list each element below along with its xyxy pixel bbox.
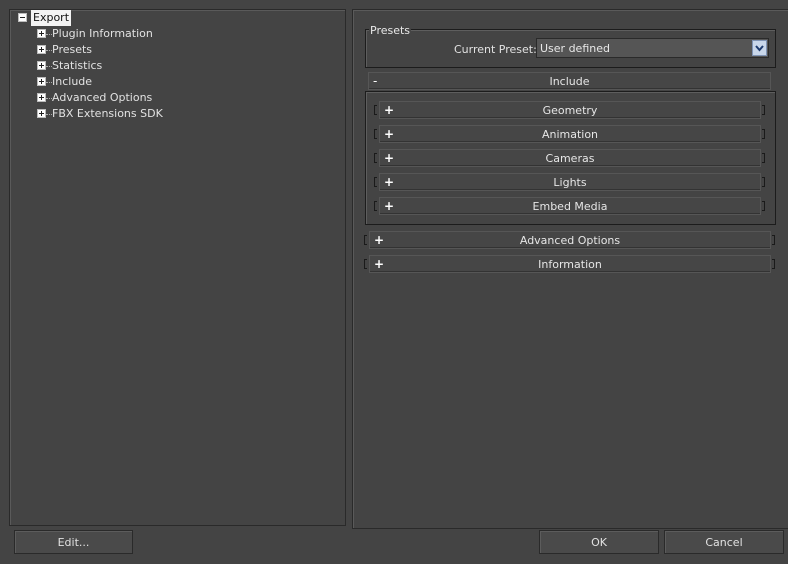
current-preset-label: Current Preset: <box>454 43 537 56</box>
edit-button[interactable]: Edit... <box>14 530 133 554</box>
rollout-title: Animation <box>541 128 599 141</box>
expand-icon: + <box>384 199 395 213</box>
tree-item-label: Statistics <box>52 59 103 72</box>
tree-item-label: FBX Extensions SDK <box>52 107 163 120</box>
tree-item-label: Plugin Information <box>52 27 153 40</box>
tree-item-label: Presets <box>52 43 93 56</box>
collapse-icon: - <box>373 74 378 88</box>
presets-group-title: Presets <box>369 24 412 37</box>
lights-rollout-header[interactable]: + Lights <box>379 173 761 191</box>
expand-icon[interactable] <box>37 109 46 118</box>
expand-icon[interactable] <box>37 45 46 54</box>
geometry-rollout-header[interactable]: + Geometry <box>379 101 761 119</box>
rollout-title: Information <box>538 258 602 271</box>
rollout-title: Geometry <box>542 104 598 117</box>
rollout-title: Embed Media <box>532 200 608 213</box>
embed-media-rollout-header[interactable]: + Embed Media <box>379 197 761 215</box>
information-rollout-header[interactable]: + Information <box>369 255 771 273</box>
expand-icon[interactable] <box>37 93 46 102</box>
expand-icon: + <box>374 233 385 247</box>
bracket-icon <box>772 235 775 245</box>
bracket-icon <box>762 201 765 211</box>
bracket-icon <box>762 129 765 139</box>
cameras-rollout-header[interactable]: + Cameras <box>379 149 761 167</box>
collapse-icon[interactable] <box>18 13 27 22</box>
bracket-icon <box>374 153 377 163</box>
bracket-icon <box>374 177 377 187</box>
rollout-title: Advanced Options <box>519 234 621 247</box>
expand-icon: + <box>384 151 395 165</box>
include-rollout-header[interactable]: - Include <box>368 72 771 90</box>
expand-icon: + <box>384 127 395 141</box>
bracket-icon <box>762 153 765 163</box>
tree-item-label: Export <box>31 10 72 26</box>
current-preset-dropdown[interactable]: User defined <box>536 38 769 58</box>
bracket-icon <box>772 259 775 269</box>
expand-icon[interactable] <box>37 61 46 70</box>
chevron-down-icon[interactable] <box>752 40 767 56</box>
ok-button[interactable]: OK <box>539 530 659 554</box>
expand-icon[interactable] <box>37 77 46 86</box>
expand-icon[interactable] <box>37 29 46 38</box>
rollout-title: Lights <box>553 176 587 189</box>
bracket-icon <box>374 201 377 211</box>
bracket-icon <box>364 259 367 269</box>
current-preset-value: User defined <box>540 42 610 55</box>
bracket-icon <box>374 129 377 139</box>
expand-icon: + <box>374 257 385 271</box>
expand-icon: + <box>384 175 395 189</box>
expand-icon: + <box>384 103 395 117</box>
advanced-options-rollout-header[interactable]: + Advanced Options <box>369 231 771 249</box>
bracket-icon <box>762 105 765 115</box>
rollout-title: Cameras <box>545 152 595 165</box>
bracket-icon <box>762 177 765 187</box>
bracket-icon <box>364 235 367 245</box>
tree-item-label: Include <box>52 75 93 88</box>
bracket-icon <box>374 105 377 115</box>
include-rollout-title: Include <box>549 75 590 88</box>
cancel-button[interactable]: Cancel <box>664 530 784 554</box>
tree-item-label: Advanced Options <box>52 91 153 104</box>
animation-rollout-header[interactable]: + Animation <box>379 125 761 143</box>
